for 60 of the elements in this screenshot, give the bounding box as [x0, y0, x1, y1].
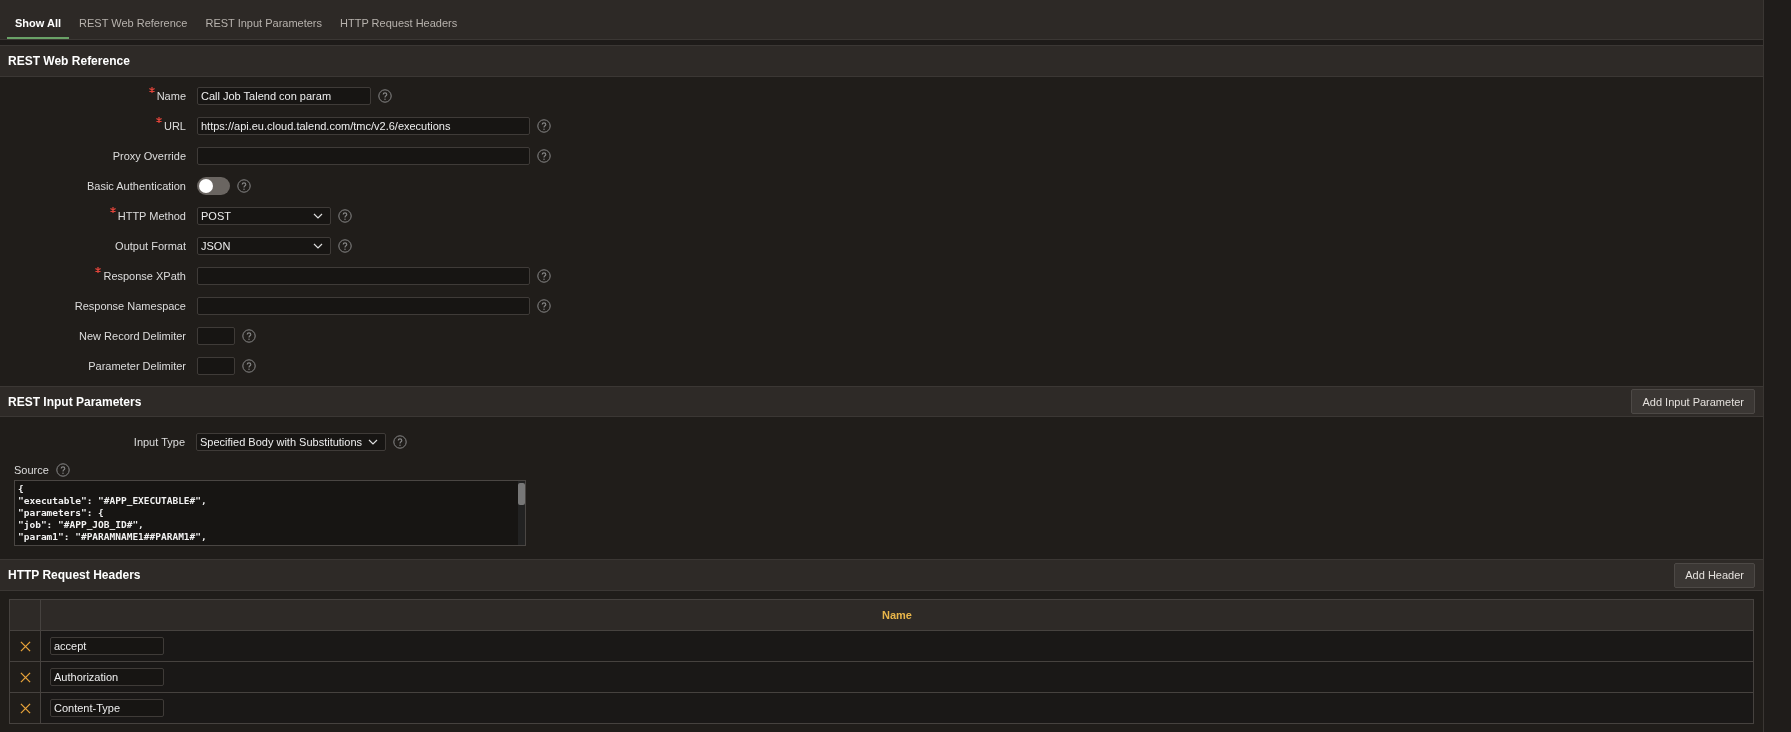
caret-icon — [313, 242, 323, 249]
code-line: "parameters": { — [18, 507, 105, 520]
code-line: { — [18, 483, 25, 496]
tab[interactable]: HTTP Request Headers — [332, 17, 466, 40]
field-label: HTTP Method — [117, 209, 186, 222]
help-icon[interactable] — [393, 435, 407, 450]
add-header-button[interactable]: Add Header — [1674, 562, 1755, 588]
field-label: Output Format — [115, 239, 186, 252]
help-icon[interactable] — [55, 463, 70, 478]
input-field[interactable]: Content-Type — [50, 699, 164, 717]
help-icon[interactable] — [338, 238, 352, 253]
input-field[interactable]: Call Job Talend con param — [197, 86, 371, 105]
help-icon[interactable] — [237, 178, 251, 193]
field-label: Source — [14, 464, 49, 477]
help-icon[interactable] — [242, 328, 256, 343]
select-field[interactable]: JSON — [197, 236, 331, 255]
help-icon[interactable] — [537, 148, 551, 163]
input-field[interactable] — [197, 146, 530, 165]
code-line: "job": "#APP_JOB_ID#", — [18, 519, 145, 532]
help-icon[interactable] — [537, 118, 551, 133]
field-label: Response Namespace — [74, 299, 186, 312]
delete-icon[interactable] — [19, 703, 31, 715]
delete-icon[interactable] — [19, 672, 31, 684]
input-field[interactable]: https://api.eu.cloud.talend.com/tmc/v2.6/executions — [197, 116, 530, 135]
field-label: Name — [156, 89, 186, 102]
input-field[interactable] — [197, 296, 530, 315]
code-line: "param1": "#PARAMNAME1##PARAM1#", — [18, 531, 208, 544]
scrollbar[interactable] — [518, 481, 525, 546]
code-line: "executable": "#APP_EXECUTABLE#", — [18, 495, 208, 508]
help-icon[interactable] — [378, 88, 392, 103]
help-icon[interactable] — [338, 208, 352, 223]
input-field[interactable] — [197, 356, 235, 375]
section-title: REST Web Reference — [8, 53, 130, 68]
toggle-switch[interactable] — [197, 176, 230, 195]
input-field[interactable] — [197, 266, 530, 285]
tab[interactable]: REST Input Parameters — [197, 17, 331, 40]
help-icon[interactable] — [537, 298, 551, 313]
tab[interactable]: REST Web Reference — [71, 17, 196, 40]
column-header: Name — [882, 609, 912, 621]
field-label: Parameter Delimiter — [88, 359, 186, 372]
field-label: Basic Authentication — [86, 179, 186, 192]
help-icon[interactable] — [242, 358, 256, 373]
add-input-parameter-button[interactable]: Add Input Parameter — [1631, 389, 1755, 414]
input-field[interactable]: Authorization — [50, 668, 164, 686]
section-title: HTTP Request Headers — [8, 568, 141, 583]
field-label: New Record Delimiter — [79, 329, 186, 342]
field-label: Response XPath — [103, 269, 186, 282]
field-label: Proxy Override — [112, 149, 186, 162]
input-field[interactable]: accept — [50, 637, 164, 655]
field-label: URL — [164, 119, 186, 132]
field-label: Input Type — [132, 436, 186, 449]
section-title: REST Input Parameters — [8, 394, 142, 409]
caret-icon — [313, 212, 323, 219]
select-field[interactable]: Specified Body with Substitutions — [196, 433, 386, 452]
caret-icon — [368, 439, 378, 446]
input-field[interactable] — [197, 326, 235, 345]
code-editor[interactable]: { "executable": "#APP_EXECUTABLE#", "parameters": { "job": "#APP_JOB_ID#", "param1": "#PARAMNAME1##PARAM1#", — [14, 480, 526, 547]
help-icon[interactable] — [537, 268, 551, 283]
delete-icon[interactable] — [19, 641, 31, 653]
select-field[interactable]: POST — [197, 206, 331, 225]
